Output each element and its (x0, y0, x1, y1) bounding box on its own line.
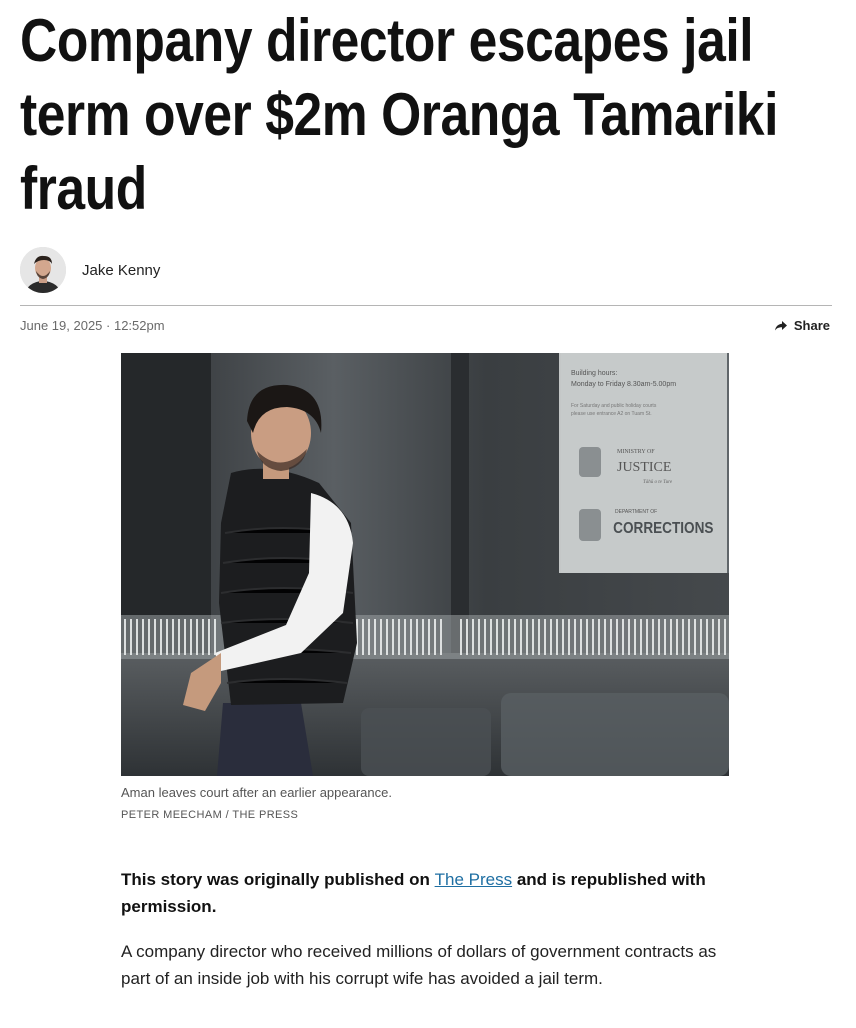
sign-corrections-small: DEPARTMENT OF (615, 509, 657, 515)
sign-hours-detail: Monday to Friday 8.30am-5.00pm (571, 381, 676, 388)
author-avatar[interactable] (20, 247, 66, 293)
republish-note: This story was originally published on T… (121, 866, 729, 920)
share-button[interactable]: Share (774, 318, 830, 333)
article-headline: Company director escapes jail term over … (20, 7, 779, 222)
author-byline: Jake Kenny (20, 247, 160, 293)
article-paragraph: A company director who received millions… (121, 942, 717, 988)
photo-caption: Aman leaves court after an earlier appea… (121, 785, 392, 800)
sign-note-2: please use entrance A2 on Tuam St. (571, 411, 652, 417)
author-portrait-image (20, 247, 66, 293)
court-photo-image: Building hours: Monday to Friday 8.30am-… (121, 353, 729, 776)
author-name[interactable]: Jake Kenny (82, 262, 160, 279)
share-arrow-icon (774, 320, 787, 330)
ministry-crest-icon (579, 447, 601, 477)
sign-ministry-big: JUSTICE (617, 460, 671, 475)
corrections-crest-icon (579, 509, 601, 541)
photo-credit: PETER MEECHAM / THE PRESS (121, 809, 299, 821)
sign-ministry-maori: Tāhū o te Ture (643, 480, 673, 485)
sign-hours-title: Building hours: (571, 370, 617, 377)
sign-corrections-big: CORRECTIONS (613, 520, 713, 537)
article-photo[interactable]: Building hours: Monday to Friday 8.30am-… (121, 353, 729, 776)
the-press-link[interactable]: The Press (435, 870, 512, 889)
publish-date: June 19, 2025 · 12:52pm (20, 318, 165, 333)
republish-prefix: This story was originally published on (121, 870, 435, 889)
share-label: Share (793, 318, 830, 333)
sign-ministry-small: MINISTRY OF (617, 449, 655, 455)
sign-note-1: For Saturday and public holiday courts (571, 403, 657, 409)
byline-divider (20, 305, 832, 306)
